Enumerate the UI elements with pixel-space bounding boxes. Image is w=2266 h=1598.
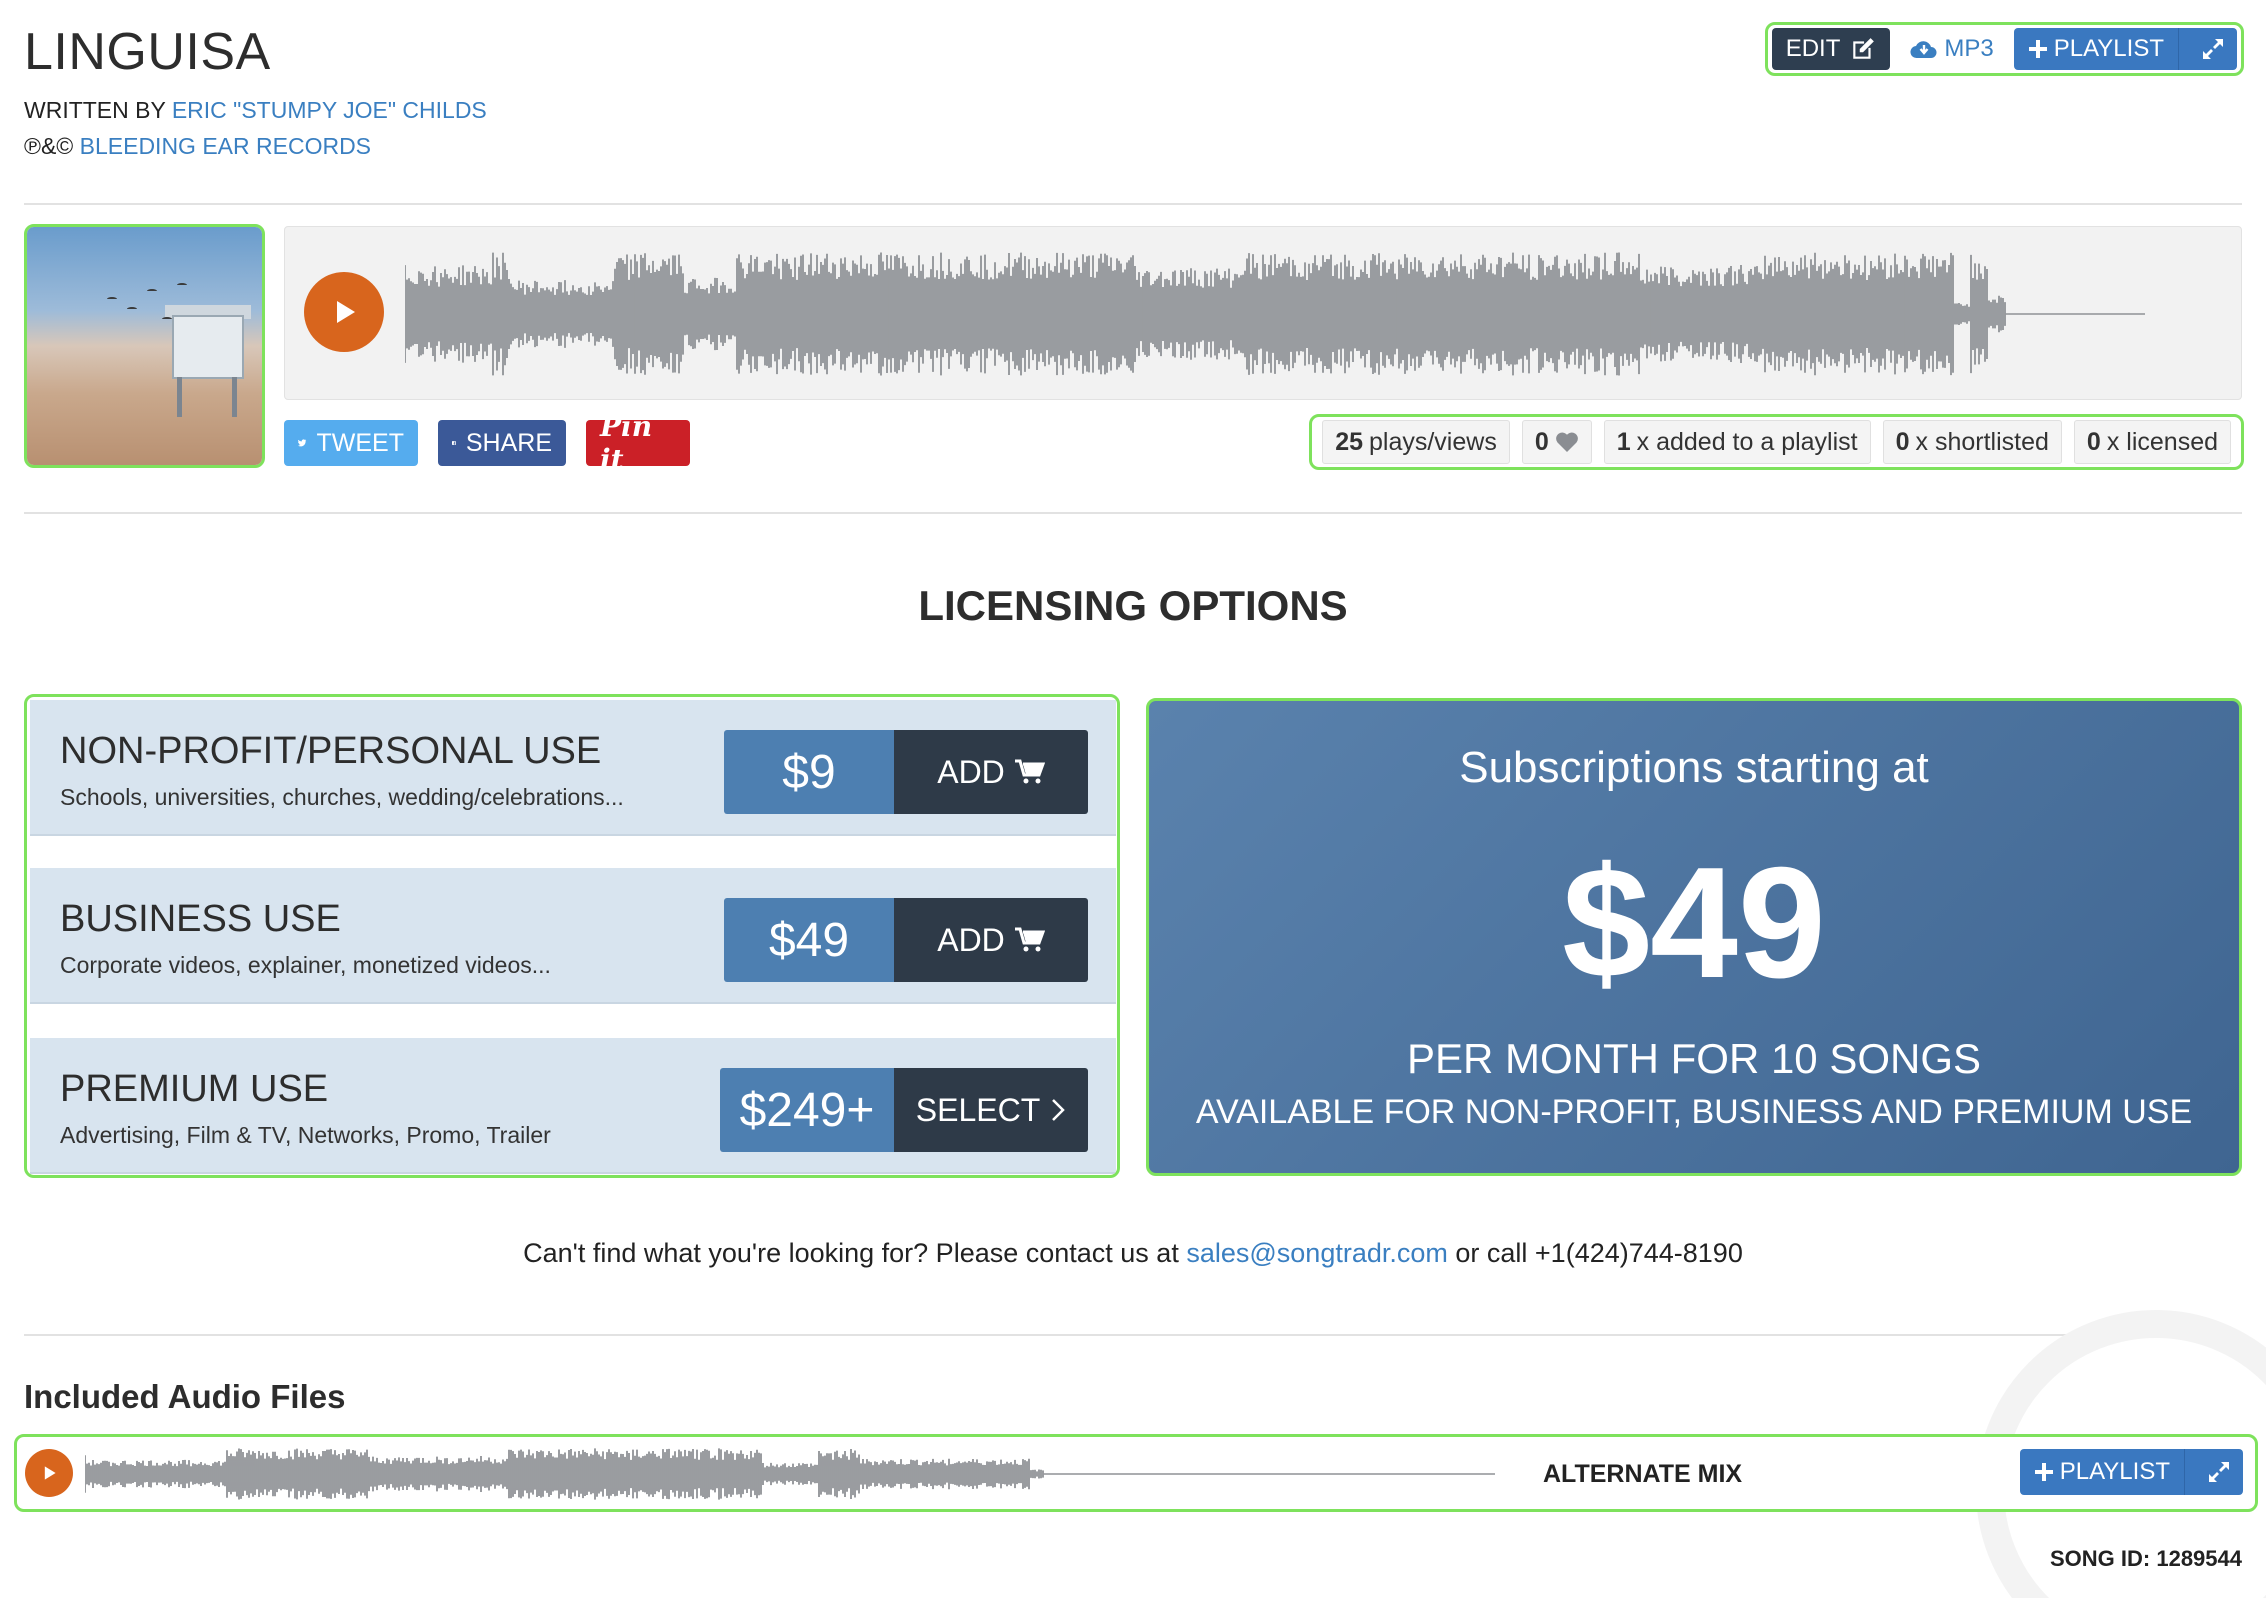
waveform[interactable]: [405, 249, 2145, 379]
expand-icon: [2203, 39, 2223, 59]
song-id-value: 1289544: [2156, 1546, 2242, 1571]
shortlisted-label: x shortlisted: [1915, 427, 2049, 456]
license-price: $9: [724, 730, 894, 814]
song-id: SONG ID: 1289544: [2050, 1546, 2242, 1572]
album-cover: [24, 224, 265, 468]
add-to-cart-button[interactable]: ADD: [894, 730, 1088, 814]
tweet-button[interactable]: TWEET: [284, 420, 418, 466]
plays-count: 25: [1335, 427, 1363, 456]
album-cover-image: [27, 227, 262, 465]
tweet-label: TWEET: [316, 428, 405, 457]
playlist-label: PLAYLIST: [2053, 35, 2164, 62]
likes-count: 0: [1534, 427, 1549, 456]
player-divider: [24, 512, 2242, 514]
subscription-price: $49: [1562, 835, 1826, 1011]
licensed-count: 0: [2086, 427, 2101, 456]
licensed-stat: 0 x licensed: [2073, 420, 2231, 464]
cart-icon: [1014, 759, 1045, 784]
share-label: SHARE: [465, 428, 552, 457]
file-playlist-controls: PLAYLIST: [2019, 1449, 2243, 1495]
contact-text: Can't find what you're looking for? Plea…: [523, 1238, 1179, 1268]
song-id-label: SONG ID:: [2049, 1546, 2151, 1571]
edit-icon: [1853, 38, 1875, 59]
edit-label: EDIT: [1785, 35, 1841, 62]
play-button[interactable]: [304, 272, 384, 352]
heart-icon: [1555, 432, 1578, 452]
playlist-label: PLAYLIST: [2059, 1458, 2170, 1485]
mp3-label: MP3: [1944, 35, 1994, 62]
audio-file-row: ALTERNATE MIX PLAYLIST: [14, 1434, 2258, 1512]
cloud-download-icon: [1910, 41, 1937, 59]
song-title: LINGUISA: [24, 23, 271, 81]
likes-stat[interactable]: 0: [1521, 420, 1592, 464]
add-to-playlist-button[interactable]: PLAYLIST: [2019, 1449, 2184, 1495]
license-option-premium: PREMIUM USE Advertising, Film & TV, Netw…: [30, 1038, 1116, 1174]
select-license-button[interactable]: SELECT: [894, 1068, 1088, 1152]
facebook-share-button[interactable]: SHARE: [438, 420, 566, 466]
contact-divider: [24, 1334, 2242, 1336]
facebook-icon: [452, 441, 456, 445]
included-files-title: Included Audio Files: [24, 1378, 346, 1415]
download-mp3-button[interactable]: MP3: [1890, 28, 2014, 70]
license-option-business: BUSINESS USE Corporate videos, explainer…: [30, 868, 1116, 1004]
waveform[interactable]: [85, 1447, 1495, 1501]
pinterest-button[interactable]: Pin it: [586, 410, 690, 476]
cart-icon: [1014, 927, 1045, 952]
song-toolbar: EDIT MP3 PLAYLIST: [1764, 22, 2244, 76]
written-by-label: WRITTEN BY: [24, 97, 166, 123]
license-name: PREMIUM USE: [60, 1068, 329, 1110]
licensing-options: NON-PROFIT/PERSONAL USE Schools, univers…: [24, 694, 1120, 1178]
copyright-label: ℗&©: [24, 133, 74, 159]
contact-phone: or call +1(424)744-8190: [1455, 1238, 1743, 1268]
license-option-nonprofit: NON-PROFIT/PERSONAL USE Schools, univers…: [30, 700, 1116, 836]
add-to-playlist-button[interactable]: PLAYLIST: [2013, 28, 2178, 70]
copyright-line: ℗&© BLEEDING EAR RECORDS: [24, 133, 371, 160]
twitter-icon: [298, 439, 307, 447]
play-button[interactable]: [25, 1449, 73, 1497]
contact-email-link[interactable]: sales@songtradr.com: [1186, 1238, 1448, 1268]
expand-icon: [2209, 1462, 2229, 1482]
audio-player: [284, 226, 2242, 400]
playlist-stat-label: x added to a playlist: [1636, 427, 1858, 456]
subscription-card[interactable]: Subscriptions starting at $49 PER MONTH …: [1146, 698, 2242, 1176]
audio-file-name: ALTERNATE MIX: [1543, 1460, 1743, 1488]
expand-button[interactable]: [2178, 28, 2237, 70]
record-label-link[interactable]: BLEEDING EAR RECORDS: [80, 133, 371, 159]
song-stats: 25 plays/views 0 1 x added to a playlist…: [1309, 414, 2244, 470]
license-price: $249+: [720, 1068, 894, 1152]
pin-label: Pin it: [600, 410, 653, 476]
add-label: ADD: [937, 921, 1005, 958]
contact-line: Can't find what you're looking for? Plea…: [0, 1238, 2266, 1269]
expand-button[interactable]: [2184, 1449, 2243, 1495]
plus-icon: [2028, 40, 2047, 58]
plus-icon: [2034, 1463, 2053, 1481]
subscription-terms: PER MONTH FOR 10 SONGS: [1406, 1035, 1982, 1082]
license-description: Schools, universities, churches, wedding…: [60, 784, 624, 810]
licensing-title: LICENSING OPTIONS: [918, 582, 1348, 629]
licensed-label: x licensed: [2106, 427, 2218, 456]
license-description: Corporate videos, explainer, monetized v…: [60, 952, 551, 978]
add-to-cart-button[interactable]: ADD: [894, 898, 1088, 982]
writer-link[interactable]: ERIC "STUMPY JOE" CHILDS: [172, 97, 487, 123]
select-label: SELECT: [915, 1091, 1041, 1128]
license-name: BUSINESS USE: [60, 898, 341, 940]
edit-button[interactable]: EDIT: [1771, 28, 1891, 70]
plays-stat: 25 plays/views: [1322, 420, 1510, 464]
chevron-right-icon: [1052, 1099, 1066, 1121]
play-icon: [44, 1466, 56, 1480]
playlist-stat: 1 x added to a playlist: [1603, 420, 1871, 464]
license-name: NON-PROFIT/PERSONAL USE: [60, 730, 602, 772]
plays-label: plays/views: [1369, 427, 1497, 456]
shortlisted-count: 0: [1895, 427, 1910, 456]
playlist-count: 1: [1616, 427, 1631, 456]
subscription-availability: AVAILABLE FOR NON-PROFIT, BUSINESS AND P…: [1195, 1093, 2193, 1131]
license-price: $49: [724, 898, 894, 982]
shortlisted-stat: 0 x shortlisted: [1882, 420, 2062, 464]
header-divider: [24, 203, 2242, 205]
play-icon: [337, 301, 355, 323]
subscription-heading: Subscriptions starting at: [1459, 743, 1929, 792]
written-by-line: WRITTEN BY ERIC "STUMPY JOE" CHILDS: [24, 97, 487, 124]
license-description: Advertising, Film & TV, Networks, Promo,…: [60, 1122, 551, 1148]
add-label: ADD: [937, 753, 1005, 790]
